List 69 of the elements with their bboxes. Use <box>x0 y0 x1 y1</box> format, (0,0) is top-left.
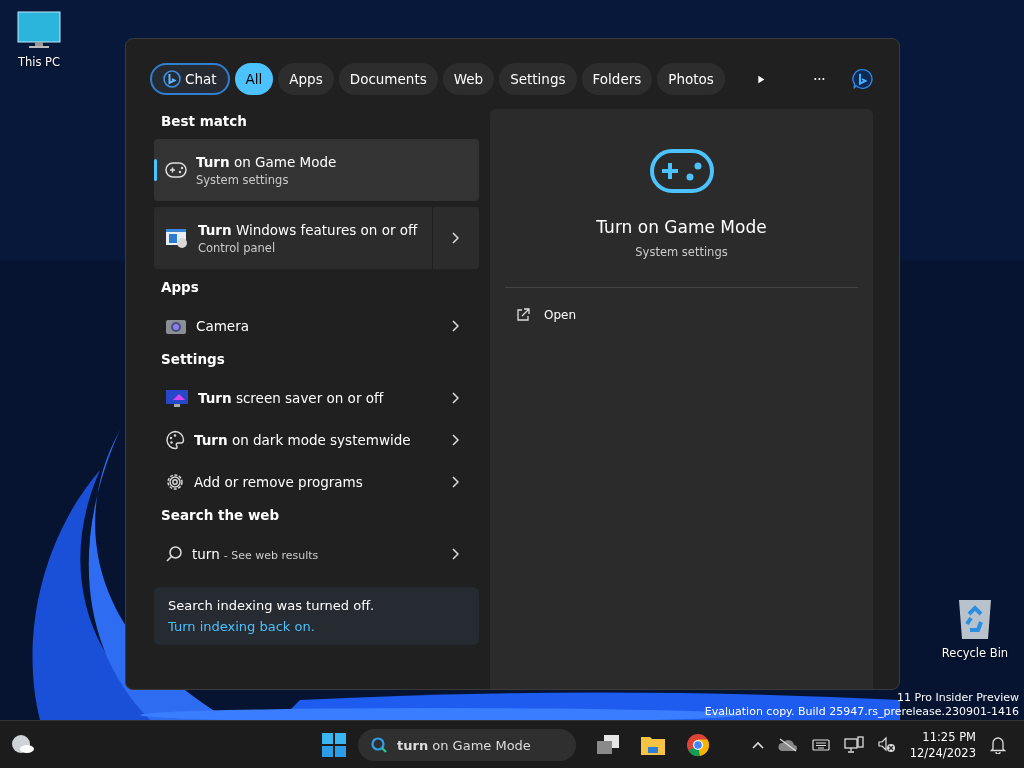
preview-subtitle: System settings <box>635 245 728 259</box>
result-hint: - See web results <box>223 549 319 562</box>
cloud-off-icon[interactable] <box>777 738 798 752</box>
camera-icon <box>165 317 187 335</box>
result-item[interactable]: Camera <box>154 305 479 347</box>
filter-tab[interactable]: Photos <box>657 63 725 95</box>
chevron-right-icon[interactable] <box>452 548 459 560</box>
keyboard-icon[interactable] <box>811 739 830 751</box>
watermark-text: 11 Pro Insider Preview <box>896 691 1019 705</box>
section-heading: Best match <box>160 112 248 131</box>
chevron-up-icon[interactable] <box>751 741 764 749</box>
result-card[interactable]: Turn on Game Mode System settings <box>154 139 479 201</box>
bing-icon <box>163 70 181 88</box>
desktop-icon-label: This PC <box>17 55 61 69</box>
clock[interactable]: 11:25 PM 12/24/2023 <box>909 729 976 761</box>
open-action[interactable]: Open <box>516 308 577 322</box>
task-view-icon[interactable] <box>596 734 620 756</box>
filter-tab[interactable]: Apps <box>278 63 334 95</box>
palette-icon <box>165 430 185 450</box>
network-icon[interactable] <box>843 736 864 754</box>
result-item[interactable]: Turn screen saver on or off <box>154 377 479 419</box>
filter-tab[interactable]: Documents <box>338 63 438 95</box>
result-title: Add or remove programs <box>194 474 363 490</box>
external-link-icon <box>516 308 530 322</box>
chevron-right-icon[interactable] <box>452 434 459 446</box>
result-subtitle: System settings <box>196 172 290 187</box>
taskbar-search-field[interactable]: turn on Game Mode <box>358 729 576 761</box>
monitor-icon <box>165 388 189 408</box>
notification-bell-icon[interactable] <box>990 736 1006 754</box>
chevron-right-icon[interactable] <box>452 320 459 332</box>
window-icon <box>165 227 189 249</box>
section-heading: Settings <box>160 350 226 369</box>
settings-icon <box>165 472 185 492</box>
filter-tab[interactable]: Chat <box>150 63 230 95</box>
search-icon <box>165 545 183 563</box>
filter-tab[interactable]: All <box>234 63 274 95</box>
result-item[interactable]: turn - See web results <box>154 533 479 575</box>
result-title: turn <box>192 546 220 562</box>
result-card[interactable]: Turn Windows features on or off Control panel <box>154 207 479 269</box>
filter-tab[interactable]: Web <box>442 63 495 95</box>
browser-icon[interactable] <box>686 733 710 757</box>
volume-muted-icon[interactable] <box>877 736 896 754</box>
notice-text: Search indexing was turned off. <box>168 598 376 613</box>
result-title: Turn Windows features on or off <box>198 221 418 238</box>
result-subtitle: Control panel <box>198 240 277 255</box>
preview-title: Turn on Game Mode <box>596 217 767 237</box>
section-heading: Search the web <box>160 506 281 525</box>
result-title: Turn screen saver on or off <box>198 390 384 406</box>
filter-tab[interactable]: Settings <box>499 63 577 95</box>
result-title: Turn on Game Mode <box>196 153 337 170</box>
result-item[interactable]: Turn on dark mode systemwide <box>154 419 479 461</box>
desktop-icon-label: Recycle Bin <box>941 646 1009 660</box>
start-icon[interactable] <box>322 733 346 757</box>
more-icon[interactable] <box>813 77 825 81</box>
filter-tab[interactable]: Folders <box>581 63 653 95</box>
monitor-icon[interactable] <box>17 11 61 49</box>
chevron-right-icon[interactable] <box>452 392 459 404</box>
indexing-link[interactable]: Turn indexing back on. <box>168 619 465 634</box>
section-heading: Apps <box>160 278 200 297</box>
result-item[interactable]: Add or remove programs <box>154 461 479 503</box>
result-title: Turn on dark mode systemwide <box>194 432 411 448</box>
gamepad-icon <box>165 162 187 178</box>
chevron-right-icon[interactable] <box>452 232 459 244</box>
folder-icon[interactable] <box>640 734 666 756</box>
chevron-right-icon[interactable] <box>452 476 459 488</box>
search-icon <box>370 736 388 754</box>
gamepad-icon <box>649 149 714 193</box>
result-title: Camera <box>196 318 249 334</box>
recycle-bin-icon[interactable] <box>957 598 993 640</box>
